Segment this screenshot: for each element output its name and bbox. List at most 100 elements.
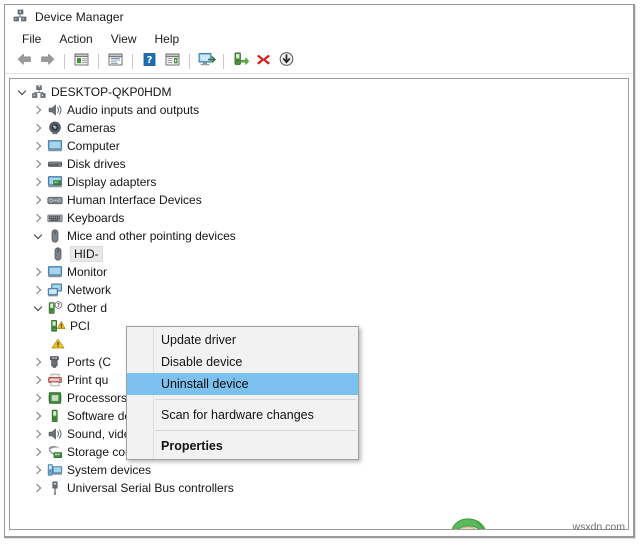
context-menu-separator <box>155 430 356 431</box>
svg-text:?: ? <box>146 55 152 66</box>
tree-item-audio-inputs-and-outputs[interactable]: Audio inputs and outputs <box>10 101 628 119</box>
chevron-right-icon[interactable] <box>30 390 46 406</box>
chevron-right-icon[interactable] <box>30 156 46 172</box>
context-menu-item-scan-for-hardware-changes[interactable]: Scan for hardware changes <box>127 404 358 426</box>
tree-item-monitors[interactable]: Monitor <box>10 263 628 281</box>
tree-item-label: PCI <box>70 319 91 333</box>
show-hide-console-tree-icon <box>73 52 90 72</box>
toolbar-separator <box>223 54 224 69</box>
usb-icon <box>46 480 63 496</box>
toolbar-back-button[interactable] <box>13 52 35 72</box>
device-tree-panel[interactable]: DESKTOP-QKP0HDM Audio inputs and outputs <box>9 78 629 530</box>
menu-file[interactable]: File <box>13 31 50 48</box>
menu-action[interactable]: Action <box>50 31 101 48</box>
tree-item-selection: HID- <box>70 246 103 262</box>
tree-item-cameras[interactable]: Cameras <box>10 119 628 137</box>
toolbar-console-tree-button[interactable] <box>70 52 92 72</box>
window-title: Device Manager <box>35 10 124 24</box>
tree-item-computer[interactable]: Computer <box>10 137 628 155</box>
tree-item-label: Human Interface Devices <box>67 193 202 207</box>
chevron-right-icon[interactable] <box>30 444 46 460</box>
device-manager-window: Device Manager File Action View Help ? D… <box>4 4 635 538</box>
chevron-right-icon[interactable] <box>30 192 46 208</box>
chevron-right-icon[interactable] <box>30 480 46 496</box>
tree-item-display-adapters[interactable]: Display adapters <box>10 173 628 191</box>
context-menu-item-disable-device[interactable]: Disable device <box>127 351 358 373</box>
context-menu-item-update-driver[interactable]: Update driver <box>127 329 358 351</box>
scan-hardware-changes-icon <box>197 51 216 72</box>
tree-item-mice-and-other-pointing-devices[interactable]: Mice and other pointing devices <box>10 227 628 245</box>
software-device-icon <box>46 408 63 424</box>
chevron-right-icon[interactable] <box>30 138 46 154</box>
forward-arrow-icon <box>39 52 56 72</box>
mouse-icon <box>46 228 63 244</box>
tree-item-label: Processors <box>67 391 128 405</box>
chevron-right-icon[interactable] <box>30 174 46 190</box>
chevron-right-icon[interactable] <box>30 372 46 388</box>
toolbar-disable-button[interactable] <box>275 52 297 72</box>
menu-help[interactable]: Help <box>146 31 189 48</box>
tree-item-human-interface-devices[interactable]: Human Interface Devices <box>10 191 628 209</box>
tree-item-label: Network <box>67 283 112 297</box>
menu-view[interactable]: View <box>102 31 146 48</box>
tree-item-label: DESKTOP-QKP0HDM <box>51 85 172 99</box>
toolbar-uninstall-button[interactable] <box>252 52 274 72</box>
toolbar-properties-button[interactable] <box>104 52 126 72</box>
tree-item-disk-drives[interactable]: Disk drives <box>10 155 628 173</box>
context-menu-item-properties[interactable]: Properties <box>127 435 358 457</box>
warning-partial-icon <box>49 336 66 352</box>
toolbar-forward-button[interactable] <box>36 52 58 72</box>
chevron-right-icon[interactable] <box>30 210 46 226</box>
menu-bar: File Action View Help <box>5 29 633 50</box>
speaker-icon <box>46 426 63 442</box>
toolbar-separator <box>189 54 190 69</box>
tree-item-root[interactable]: DESKTOP-QKP0HDM <box>10 83 628 101</box>
svg-text:?: ? <box>56 303 59 309</box>
toolbar-help-button[interactable]: ? <box>138 52 160 72</box>
chevron-right-icon[interactable] <box>30 408 46 424</box>
tree-item-network-adapters[interactable]: Network <box>10 281 628 299</box>
disk-drive-icon <box>46 156 63 172</box>
source-watermark-text: wsxdn.com <box>572 521 625 533</box>
tree-item-label: System devices <box>67 463 152 477</box>
tree-item-label: Display adapters <box>67 175 157 189</box>
context-menu[interactable]: Update driver Disable device Uninstall d… <box>126 326 359 460</box>
chevron-right-icon[interactable] <box>30 354 46 370</box>
chevron-right-icon[interactable] <box>30 462 46 478</box>
chevron-right-icon[interactable] <box>30 282 46 298</box>
chevron-right-icon[interactable] <box>30 102 46 118</box>
chevron-down-icon[interactable] <box>30 300 46 316</box>
chevron-right-icon[interactable] <box>30 426 46 442</box>
show-hide-action-pane-icon <box>164 52 181 72</box>
unknown-device-icon: ? <box>46 300 63 316</box>
tree-item-universal-serial-bus-controllers[interactable]: Universal Serial Bus controllers <box>10 479 628 497</box>
context-menu-separator <box>155 399 356 400</box>
system-device-icon <box>46 462 63 478</box>
device-manager-icon <box>12 9 28 25</box>
display-adapter-icon <box>46 174 63 190</box>
tree-item-keyboards[interactable]: Keyboards <box>10 209 628 227</box>
processor-icon <box>46 390 63 406</box>
tree-item-label: Other d <box>67 301 108 315</box>
toolbar-update-driver-button[interactable] <box>229 52 251 72</box>
chevron-down-icon[interactable] <box>14 84 30 100</box>
toolbar-scan-button[interactable] <box>195 52 217 72</box>
mouse-icon <box>49 246 66 262</box>
tree-item-label: Print qu <box>67 373 109 387</box>
chevron-right-icon[interactable] <box>30 264 46 280</box>
context-menu-item-uninstall-device[interactable]: Uninstall device <box>127 373 358 395</box>
chevron-right-icon[interactable] <box>30 120 46 136</box>
tree-item-system-devices[interactable]: System devices <box>10 461 628 479</box>
tree-item-hid-device[interactable]: HID- <box>10 245 628 263</box>
keyboard-icon <box>46 210 63 226</box>
storage-controller-icon <box>46 444 63 460</box>
tree-item-other-devices[interactable]: ? Other d <box>10 299 628 317</box>
tree-item-label: Keyboards <box>67 211 125 225</box>
camera-icon <box>46 120 63 136</box>
toolbar-action-pane-button[interactable] <box>161 52 183 72</box>
tree-item-label: Universal Serial Bus controllers <box>67 481 234 495</box>
chevron-down-icon[interactable] <box>30 228 46 244</box>
port-icon <box>46 354 63 370</box>
hid-icon <box>46 192 63 208</box>
uninstall-device-icon <box>255 52 272 72</box>
